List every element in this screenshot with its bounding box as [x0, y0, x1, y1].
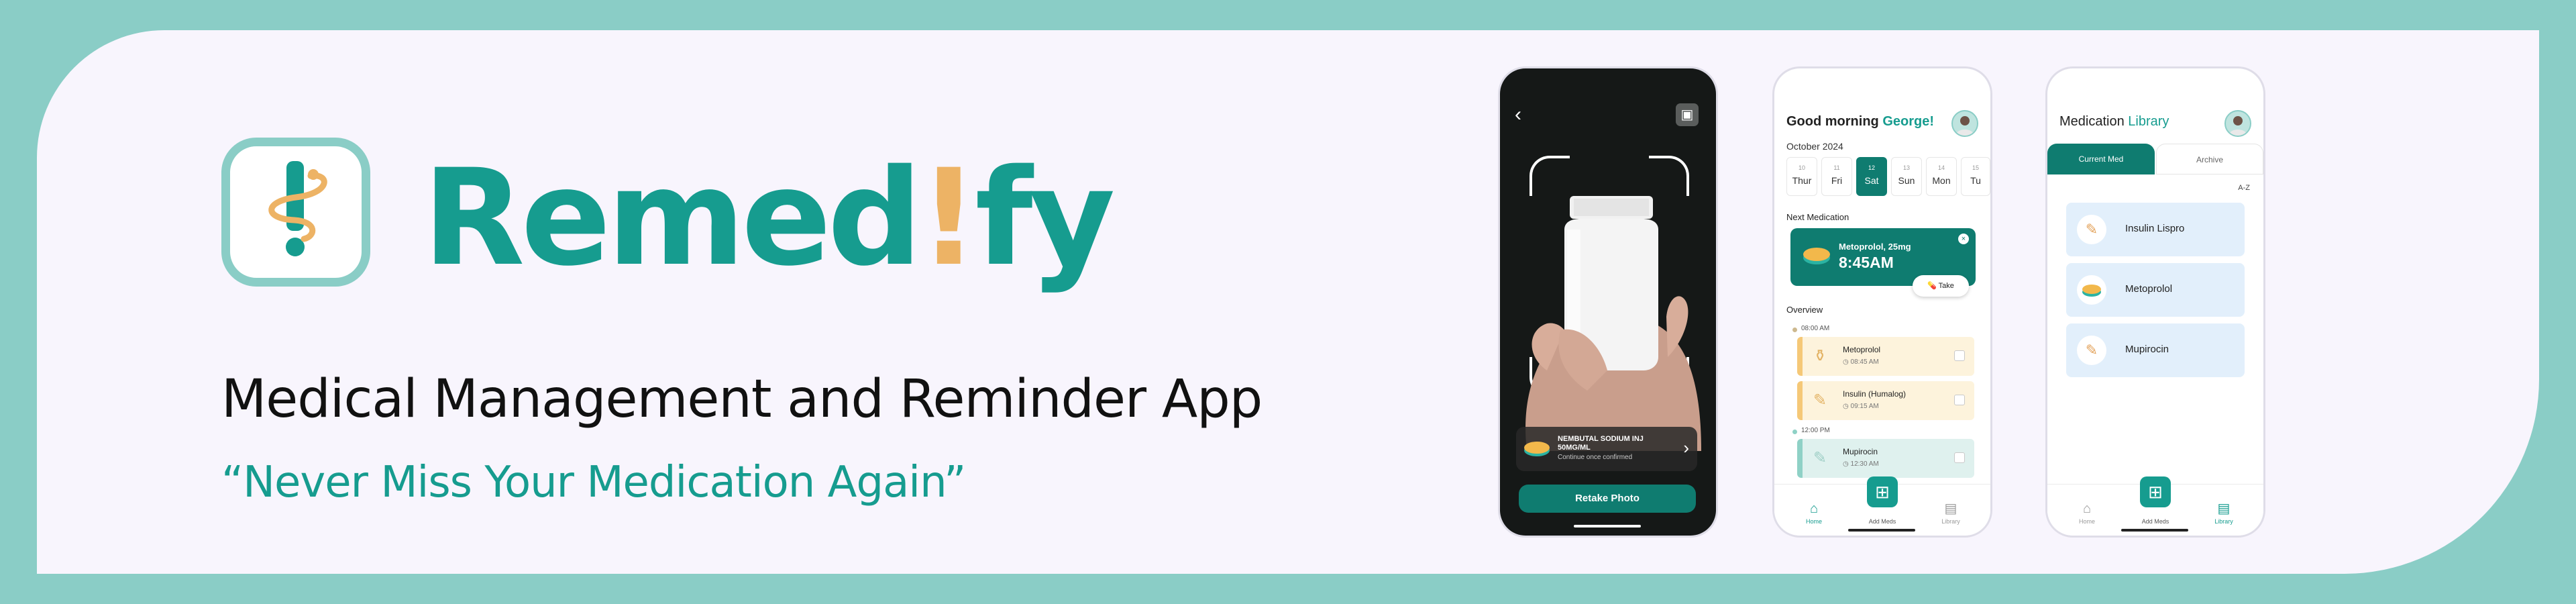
entry-time: ◷ 12:30 AM	[1843, 460, 1879, 468]
list-item[interactable]: ✎ Mupirocin	[2066, 323, 2245, 377]
syringe-icon: ✎	[2077, 215, 2106, 244]
next-medication-card[interactable]: Metoprolol, 25mg 8:45AM × 💊 Take	[1790, 228, 1976, 297]
detected-medication-name: NEMBUTAL SODIUM INJ 50MG/ML	[1558, 435, 1644, 452]
add-meds-button[interactable]: ⊞	[1867, 476, 1898, 507]
day-item[interactable]: 15 Tu	[1961, 157, 1990, 196]
greeting: Good morning George!	[1786, 114, 1934, 129]
home-icon: ⌂	[1809, 501, 1819, 516]
avatar[interactable]	[1951, 110, 1978, 137]
ointment-icon: ✎	[2077, 336, 2106, 365]
close-icon[interactable]: ×	[1958, 234, 1969, 244]
chevron-left-icon[interactable]: ‹	[1515, 103, 1521, 126]
entry-name: Mupirocin	[1843, 447, 1878, 456]
phone-home-screen: Good morning George! October 2024 10 Thur…	[1774, 68, 1990, 536]
next-medication-name: Metoprolol, 25mg	[1839, 242, 1911, 252]
med-name: Mupirocin	[2125, 344, 2169, 355]
pill-bottle-icon: ⚱	[1813, 347, 1827, 365]
hand-holding-bottle-image	[1525, 196, 1701, 451]
detected-hint: Continue once confirmed	[1558, 454, 1633, 461]
page-title: Medication Library	[2059, 114, 2169, 129]
bottom-nav: ⌂ Home ⊞ Add Meds ▤ Library	[2047, 476, 2263, 536]
tab-archive[interactable]: Archive	[2156, 144, 2263, 174]
app-tagline: “Never Miss Your Medication Again”	[221, 458, 966, 507]
day-item[interactable]: 11 Fri	[1821, 157, 1852, 196]
entry-checkbox[interactable]	[1954, 395, 1965, 405]
next-medication-time: 8:45AM	[1839, 254, 1894, 271]
chevron-right-icon[interactable]: ›	[1683, 438, 1689, 458]
home-indicator	[1574, 525, 1641, 527]
next-medication-heading: Next Medication	[1786, 212, 1849, 222]
entry-checkbox[interactable]	[1954, 350, 1965, 361]
day-item[interactable]: 13 Sun	[1891, 157, 1922, 196]
home-indicator	[1848, 529, 1915, 532]
pill-icon	[1803, 248, 1830, 264]
entry-name: Insulin (Humalog)	[1843, 389, 1907, 399]
pill-icon	[1524, 442, 1550, 456]
retake-photo-button[interactable]: Retake Photo	[1519, 485, 1696, 513]
syringe-icon: ✎	[1813, 391, 1827, 409]
timeline-dot	[1792, 328, 1797, 332]
day-selector: 10 Thur 11 Fri 12 Sat 13 Sun 14 Mon 15 Tu	[1786, 157, 1990, 197]
nav-add-label: Add Meds	[1868, 518, 1896, 525]
brand-wordmark: Remed!fy	[423, 140, 1116, 295]
pill-icon	[2077, 275, 2106, 305]
entry-time: ◷ 09:15 AM	[1843, 403, 1879, 410]
app-subtitle: Medical Management and Reminder App	[221, 369, 1263, 430]
bottom-nav: ⌂ Home ⊞ Add Meds ▤ Library	[1774, 476, 1990, 536]
nav-add-label: Add Meds	[2141, 518, 2169, 525]
nav-home[interactable]: ⌂ Home	[1790, 501, 1837, 525]
entry-checkbox[interactable]	[1954, 452, 1965, 463]
timeline-entry[interactable]: ✎ Mupirocin ◷ 12:30 AM	[1797, 439, 1974, 478]
med-name: Insulin Lispro	[2125, 223, 2185, 234]
clipboard-icon: ▤	[2217, 501, 2231, 516]
nav-home[interactable]: ⌂ Home	[2063, 501, 2110, 525]
phone-library-screen: Medication Library Current Med Archive A…	[2047, 68, 2263, 536]
tab-current-med[interactable]: Current Med	[2047, 144, 2155, 174]
list-item[interactable]: ✎ Insulin Lispro	[2066, 203, 2245, 256]
avatar[interactable]	[2224, 110, 2251, 137]
take-button[interactable]: 💊 Take	[1913, 275, 1969, 297]
sort-toggle[interactable]: A-Z	[2238, 184, 2250, 192]
calendar-month: October 2024	[1786, 141, 1843, 152]
nav-library[interactable]: ▤ Library	[1927, 500, 1974, 525]
entry-name: Metoprolol	[1843, 345, 1881, 354]
ointment-icon: ✎	[1813, 449, 1827, 467]
add-meds-button[interactable]: ⊞	[2140, 476, 2171, 507]
timeline-entry[interactable]: ⚱ Metoprolol ◷ 08:45 AM	[1797, 337, 1974, 376]
nav-library[interactable]: ▤ Library	[2200, 500, 2247, 525]
detected-medication-card[interactable]: NEMBUTAL SODIUM INJ 50MG/ML Continue onc…	[1516, 427, 1697, 471]
entry-time: ◷ 08:45 AM	[1843, 358, 1879, 366]
clipboard-icon: ▤	[1944, 501, 1957, 516]
home-indicator	[2121, 529, 2188, 532]
phone-scan-screen: ‹ ▣ NEMBUTAL SODIUM INJ 50MG/ML Continue…	[1500, 68, 1716, 536]
caduceus-exclamation-icon	[268, 161, 327, 256]
logo-tile	[221, 138, 370, 287]
day-item-selected[interactable]: 12 Sat	[1856, 157, 1887, 196]
library-tabs: Current Med Archive	[2047, 144, 2263, 174]
timeline-entry[interactable]: ✎ Insulin (Humalog) ◷ 09:15 AM	[1797, 381, 1974, 420]
timeline-dot	[1792, 430, 1797, 434]
med-name: Metoprolol	[2125, 283, 2173, 295]
timeline-time: 12:00 PM	[1801, 427, 1830, 434]
day-item[interactable]: 10 Thur	[1786, 157, 1817, 196]
home-icon: ⌂	[2082, 501, 2092, 516]
overview-heading: Overview	[1786, 305, 1823, 315]
timeline-time: 08:00 AM	[1801, 325, 1830, 332]
day-item[interactable]: 14 Mon	[1926, 157, 1957, 196]
list-item[interactable]: Metoprolol	[2066, 263, 2245, 317]
gallery-icon[interactable]: ▣	[1676, 103, 1699, 126]
